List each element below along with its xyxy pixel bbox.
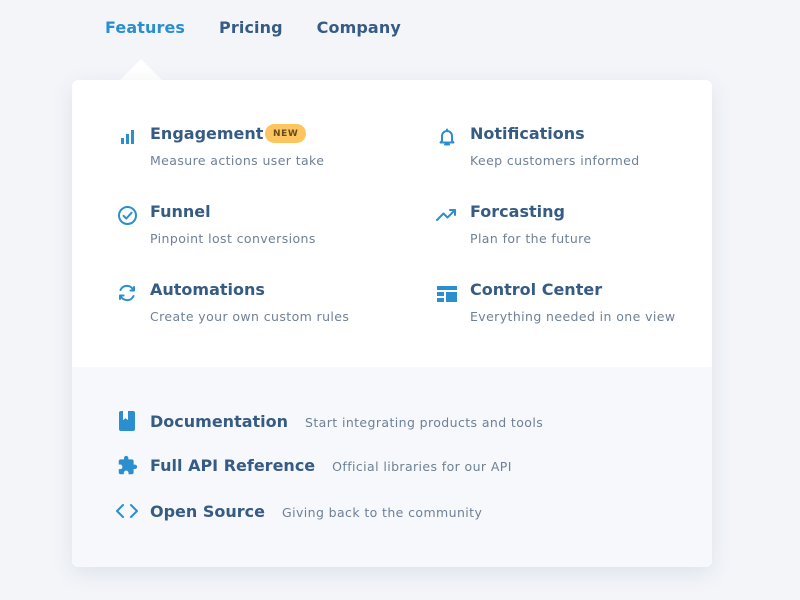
puzzle-icon [116,454,138,476]
check-circle-icon [116,204,138,226]
resource-description: Giving back to the community [282,504,483,520]
feature-automations[interactable]: Automations Create your own custom rules [116,280,416,330]
bar-chart-icon [116,126,138,148]
resource-title: Documentation [150,411,289,431]
top-nav: Features Pricing Company [105,18,401,37]
book-icon [116,410,138,432]
resource-documentation[interactable]: Documentation Start integrating products… [116,409,543,433]
resource-title: Open Source [150,501,265,521]
resource-description: Official libraries for our API [332,458,512,474]
nav-pricing[interactable]: Pricing [219,18,283,37]
dropdown-caret [120,59,162,80]
feature-description: Measure actions user take [150,153,325,168]
feature-title: Forcasting [470,202,565,221]
feature-title: Engagement [150,124,264,143]
feature-title: Funnel [150,202,211,221]
feature-title: Control Center [470,280,603,299]
feature-title: Notifications [470,124,585,143]
features-dropdown: Engagement NEW Measure actions user take… [72,80,712,567]
resource-api-reference[interactable]: Full API Reference Official libraries fo… [116,453,512,477]
feature-control-center[interactable]: Control Center Everything needed in one … [436,280,712,330]
features-grid: Engagement NEW Measure actions user take… [72,80,712,367]
feature-description: Pinpoint lost conversions [150,231,316,246]
nav-features[interactable]: Features [105,18,185,37]
resource-open-source[interactable]: Open Source Giving back to the community [116,499,482,523]
feature-notifications[interactable]: Notifications Keep customers informed [436,124,712,174]
feature-description: Create your own custom rules [150,309,350,324]
resource-title: Full API Reference [150,455,316,475]
resources-section: Documentation Start integrating products… [72,367,712,567]
feature-funnel[interactable]: Funnel Pinpoint lost conversions [116,202,416,252]
nav-company[interactable]: Company [317,18,401,37]
bell-icon [436,126,458,148]
feature-description: Plan for the future [470,231,592,246]
new-badge: NEW [265,124,307,143]
feature-description: Keep customers informed [470,153,640,168]
refresh-icon [116,282,138,304]
code-icon [116,500,138,522]
resource-description: Start integrating products and tools [305,414,544,430]
feature-forcasting[interactable]: Forcasting Plan for the future [436,202,712,252]
layout-icon [436,283,458,305]
trending-up-icon [436,204,458,226]
feature-description: Everything needed in one view [470,309,676,324]
feature-engagement[interactable]: Engagement NEW Measure actions user take [116,124,416,174]
feature-title: Automations [150,280,265,299]
